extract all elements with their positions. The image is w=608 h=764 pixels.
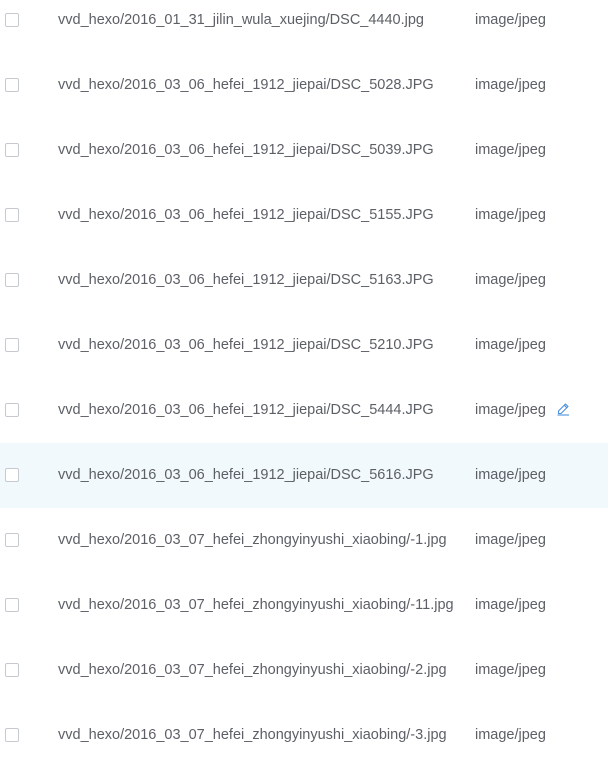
file-type: image/jpeg (475, 727, 546, 743)
file-row[interactable]: vvd_hexo/2016_01_31_jilin_wula_xuejing/D… (0, 0, 608, 53)
file-name[interactable]: vvd_hexo/2016_03_07_hefei_zhongyinyushi_… (58, 597, 454, 613)
file-row[interactable]: vvd_hexo/2016_03_06_hefei_1912_jiepai/DS… (0, 378, 608, 443)
file-row[interactable]: vvd_hexo/2016_03_06_hefei_1912_jiepai/DS… (0, 53, 608, 118)
file-type: image/jpeg (475, 597, 546, 613)
file-row[interactable]: vvd_hexo/2016_03_07_hefei_zhongyinyushi_… (0, 573, 608, 638)
pencil-edit-icon[interactable] (556, 402, 570, 416)
file-type: image/jpeg (475, 12, 546, 28)
file-row[interactable]: vvd_hexo/2016_03_06_hefei_1912_jiepai/DS… (0, 248, 608, 313)
file-row[interactable]: vvd_hexo/2016_03_06_hefei_1912_jiepai/DS… (0, 183, 608, 248)
row-checkbox[interactable] (5, 208, 19, 222)
file-type: image/jpeg (475, 402, 546, 418)
row-checkbox[interactable] (5, 273, 19, 287)
file-name[interactable]: vvd_hexo/2016_03_06_hefei_1912_jiepai/DS… (58, 337, 434, 353)
file-row[interactable]: vvd_hexo/2016_03_07_hefei_zhongyinyushi_… (0, 638, 608, 703)
file-name[interactable]: vvd_hexo/2016_03_06_hefei_1912_jiepai/DS… (58, 467, 434, 483)
file-name[interactable]: vvd_hexo/2016_03_07_hefei_zhongyinyushi_… (58, 662, 447, 678)
file-name[interactable]: vvd_hexo/2016_03_06_hefei_1912_jiepai/DS… (58, 77, 434, 93)
row-checkbox[interactable] (5, 598, 19, 612)
row-checkbox[interactable] (5, 13, 19, 27)
row-checkbox[interactable] (5, 728, 19, 742)
file-row[interactable]: vvd_hexo/2016_03_06_hefei_1912_jiepai/DS… (0, 118, 608, 183)
file-row[interactable]: vvd_hexo/2016_03_06_hefei_1912_jiepai/DS… (0, 442, 608, 508)
file-type: image/jpeg (475, 207, 546, 223)
row-checkbox[interactable] (5, 663, 19, 677)
row-checkbox[interactable] (5, 338, 19, 352)
file-type: image/jpeg (475, 662, 546, 678)
file-type: image/jpeg (475, 337, 546, 353)
file-name[interactable]: vvd_hexo/2016_03_06_hefei_1912_jiepai/DS… (58, 142, 434, 158)
file-type: image/jpeg (475, 142, 546, 158)
file-type: image/jpeg (475, 532, 546, 548)
row-checkbox[interactable] (5, 403, 19, 417)
file-type: image/jpeg (475, 467, 546, 483)
row-checkbox[interactable] (5, 468, 19, 482)
row-checkbox[interactable] (5, 533, 19, 547)
file-list: vvd_hexo/2016_01_31_jilin_wula_xuejing/D… (0, 0, 608, 764)
file-name[interactable]: vvd_hexo/2016_03_07_hefei_zhongyinyushi_… (58, 532, 447, 548)
file-name[interactable]: vvd_hexo/2016_01_31_jilin_wula_xuejing/D… (58, 12, 424, 28)
file-row[interactable]: vvd_hexo/2016_03_07_hefei_zhongyinyushi_… (0, 508, 608, 573)
row-checkbox[interactable] (5, 143, 19, 157)
file-row[interactable]: vvd_hexo/2016_03_06_hefei_1912_jiepai/DS… (0, 313, 608, 378)
file-type: image/jpeg (475, 77, 546, 93)
file-name[interactable]: vvd_hexo/2016_03_06_hefei_1912_jiepai/DS… (58, 207, 434, 223)
file-name[interactable]: vvd_hexo/2016_03_06_hefei_1912_jiepai/DS… (58, 402, 434, 418)
row-checkbox[interactable] (5, 78, 19, 92)
file-name[interactable]: vvd_hexo/2016_03_06_hefei_1912_jiepai/DS… (58, 272, 434, 288)
file-name[interactable]: vvd_hexo/2016_03_07_hefei_zhongyinyushi_… (58, 727, 447, 743)
file-type: image/jpeg (475, 272, 546, 288)
file-row[interactable]: vvd_hexo/2016_03_07_hefei_zhongyinyushi_… (0, 703, 608, 764)
